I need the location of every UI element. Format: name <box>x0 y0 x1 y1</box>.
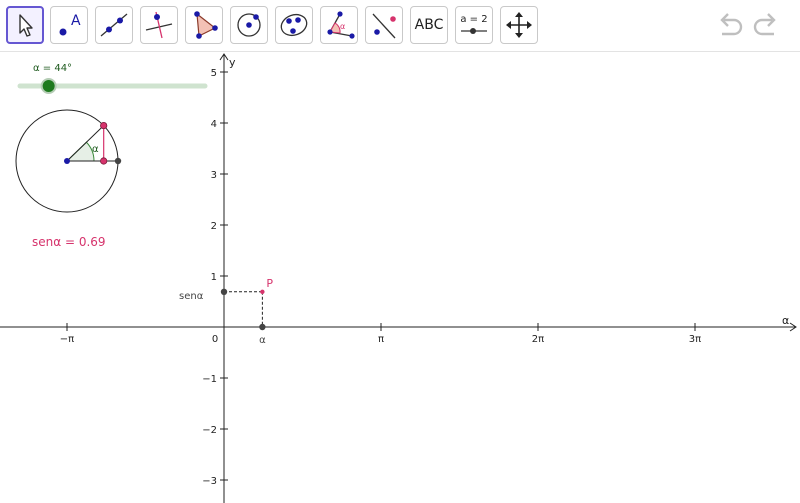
perpendicular-line-tool-button[interactable] <box>140 6 178 44</box>
y-tick-label-neg-3: −3 <box>202 476 217 487</box>
y-axis-label: y <box>229 56 236 69</box>
reflect-tool-button[interactable] <box>365 6 403 44</box>
polygon-icon <box>194 11 218 39</box>
angle-tool-label: α <box>340 22 345 31</box>
redo-button[interactable] <box>752 10 782 40</box>
y-tick-label-2: 2 <box>211 221 217 232</box>
y-tick-label-neg-1: −1 <box>202 374 217 385</box>
x-tick-label-neg-pi: −π <box>60 334 74 345</box>
circle-angle-label: α <box>92 144 99 155</box>
polygon-tool-button[interactable] <box>185 6 223 44</box>
sine-value-formula: senα = 0.69 <box>32 235 106 249</box>
cursor-arrow-icon <box>19 14 33 37</box>
angle-icon: α <box>327 11 355 39</box>
slider-handle[interactable] <box>40 78 57 94</box>
move-tool-button[interactable] <box>6 6 44 44</box>
x-axis-alpha-point[interactable] <box>259 323 266 331</box>
undo-icon <box>720 13 743 36</box>
slider-tool-button[interactable]: a = 2 <box>455 6 493 44</box>
ellipse-tool-button[interactable] <box>275 6 313 44</box>
y-axis-sine-point[interactable] <box>220 288 228 296</box>
graphics-view[interactable]: α y −π π 2π 3π 0 5 4 3 2 1 −1 −2 −3 α = … <box>0 52 800 503</box>
point-tool-label: A <box>71 13 81 29</box>
y-tick-label-4: 4 <box>211 119 217 130</box>
toolbar: A α ABC a = 2 <box>0 0 800 52</box>
x-tick-label-3pi: 3π <box>689 334 701 345</box>
circle-moving-point[interactable] <box>100 121 108 130</box>
y-marker-label: senα <box>179 291 204 302</box>
undo-button[interactable] <box>714 10 744 40</box>
slider-tool-label: a = 2 <box>460 14 487 25</box>
move-graphics-view-tool-button[interactable] <box>500 6 538 44</box>
origin-label: 0 <box>212 334 218 345</box>
point-icon: A <box>59 13 81 36</box>
move-arrows-icon <box>506 12 532 38</box>
circle-center-point[interactable] <box>64 158 70 164</box>
angle-sector <box>65 141 95 162</box>
line-icon <box>100 13 128 37</box>
sine-foot-point[interactable] <box>100 157 108 165</box>
text-tool-button[interactable]: ABC <box>410 6 448 44</box>
text-tool-label: ABC <box>414 17 444 33</box>
point-tool-button[interactable]: A <box>50 6 88 44</box>
y-tick-label-neg-2: −2 <box>202 425 217 436</box>
circle-start-point[interactable] <box>114 157 122 165</box>
perpendicular-line-icon <box>145 11 173 39</box>
point-p[interactable] <box>260 289 265 295</box>
y-tick-label-1: 1 <box>211 272 217 283</box>
line-tool-button[interactable] <box>95 6 133 44</box>
x-tick-label-pi: π <box>378 334 384 345</box>
slider-label: α = 44° <box>33 63 72 74</box>
reflect-icon <box>372 13 396 39</box>
redo-icon <box>753 13 776 36</box>
angle-tool-button[interactable]: α <box>320 6 358 44</box>
circle-tool-button[interactable] <box>230 6 268 44</box>
point-p-label: P <box>266 277 273 290</box>
circle-icon <box>237 13 261 37</box>
y-tick-label-5: 5 <box>211 68 217 79</box>
ellipse-icon <box>280 13 308 37</box>
slider-icon: a = 2 <box>460 14 488 34</box>
x-tick-label-2pi: 2π <box>532 334 544 345</box>
y-tick-label-3: 3 <box>211 170 217 181</box>
x-marker-label: α <box>259 335 266 346</box>
x-axis-label: α <box>782 314 789 327</box>
